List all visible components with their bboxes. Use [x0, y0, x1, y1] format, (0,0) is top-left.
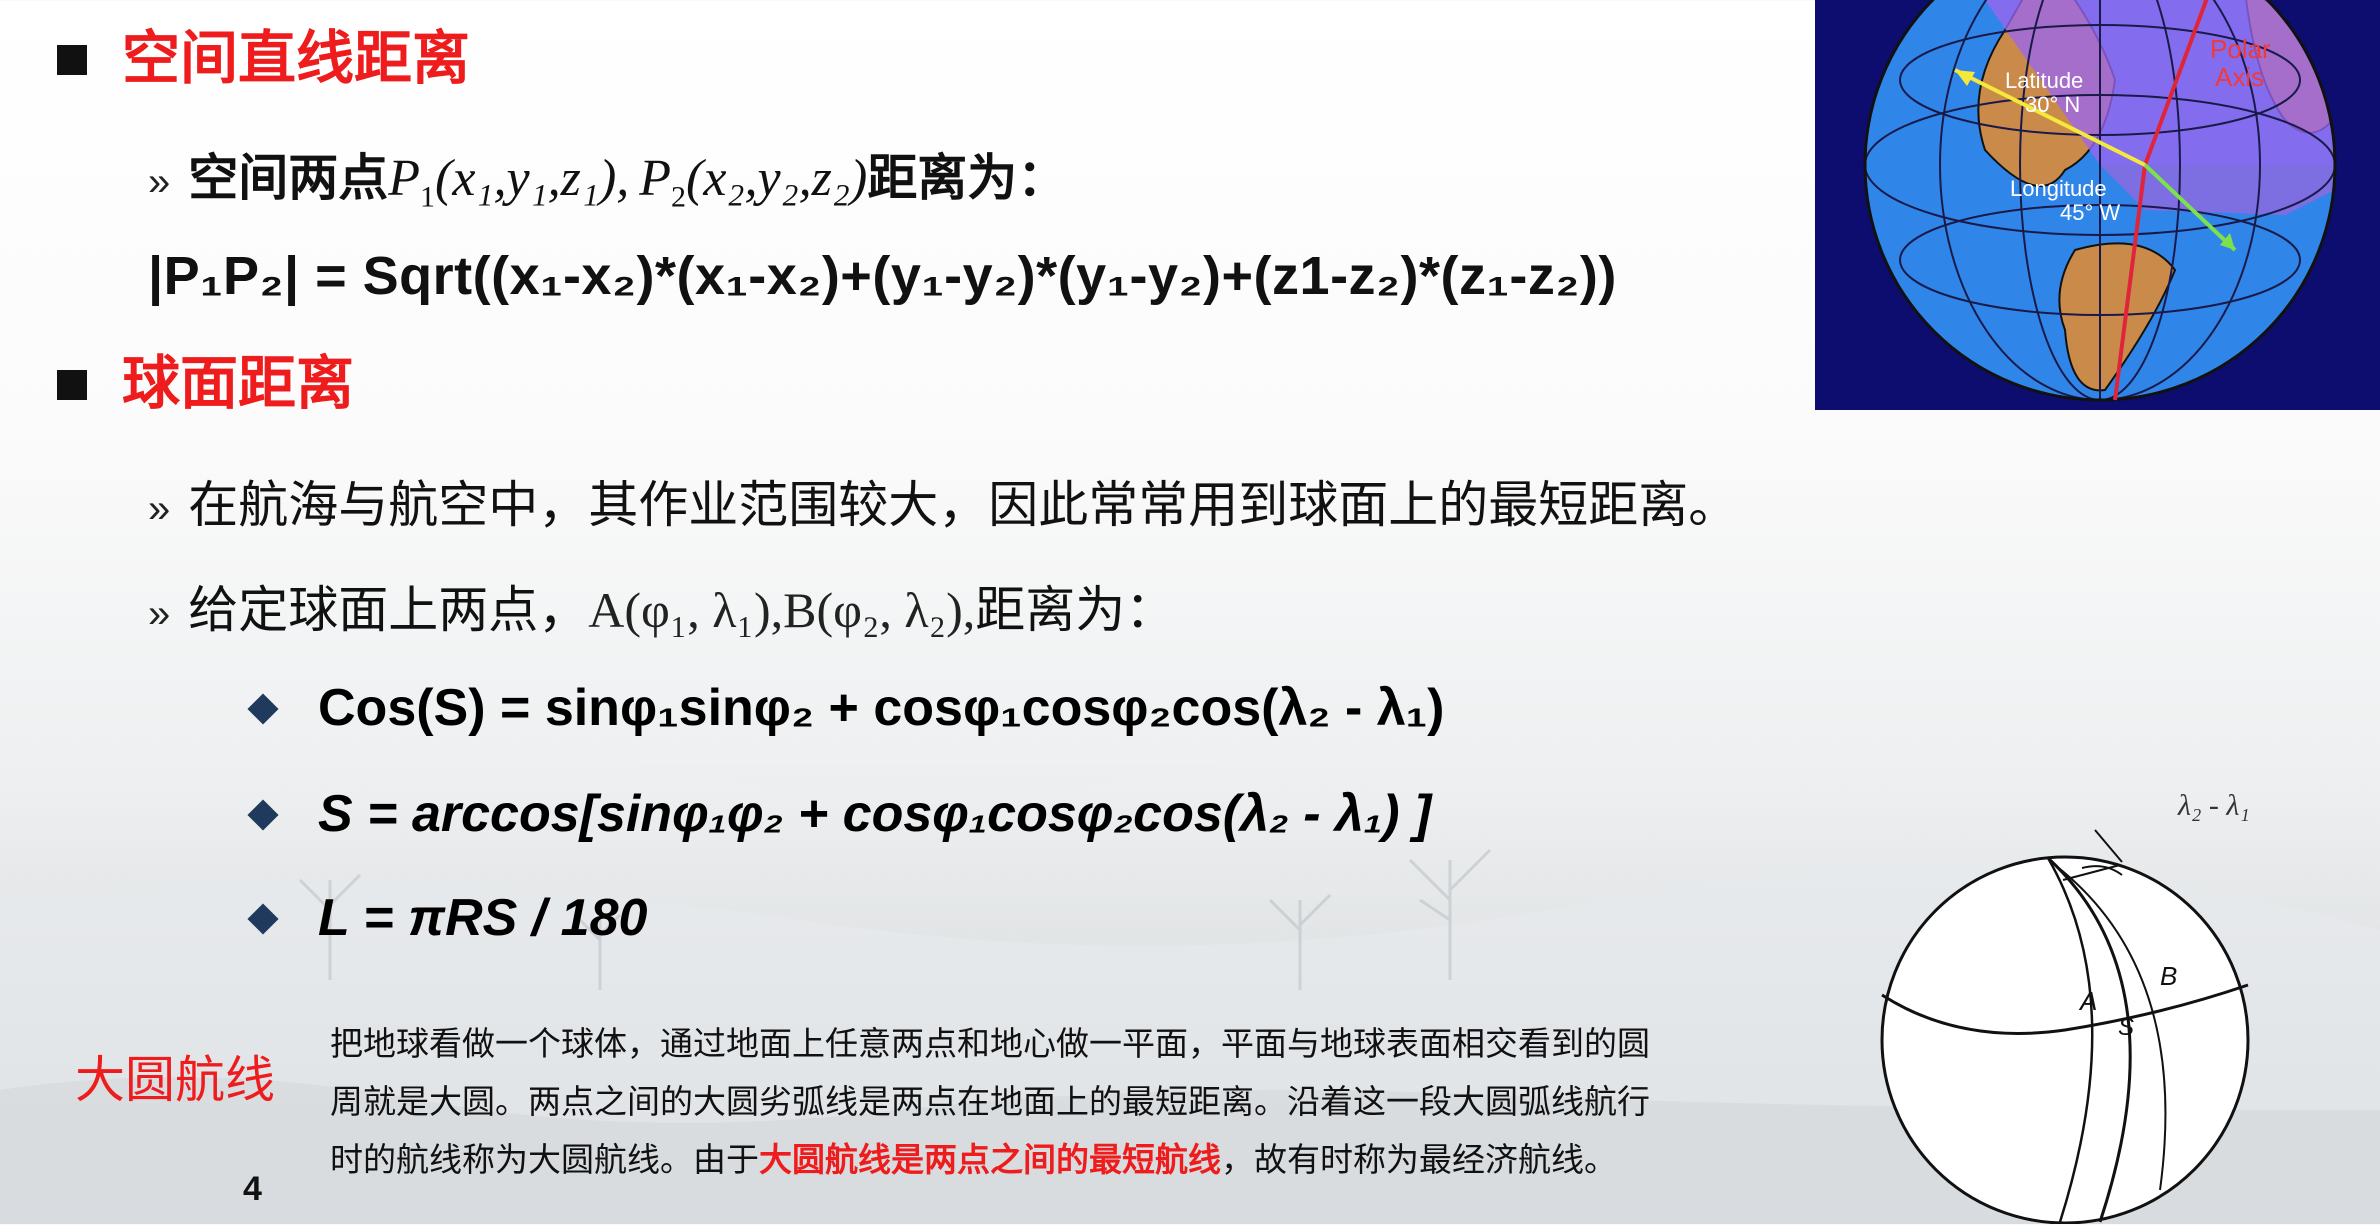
formula-bullet: [247, 903, 279, 935]
polar-label-1: Polar: [2210, 34, 2271, 64]
section-title-line-distance: 空间直线距离: [122, 26, 471, 91]
subpoint-navigation-text: 在航海与航空中，其作业范围较大，因此常常用到球面上的最短距离。: [188, 477, 1739, 533]
longitude-label-1: Longitude: [2010, 176, 2107, 201]
point-p2: P2(x₂,y₂,z₂): [639, 150, 868, 214]
subpoint-prefix: 空间两点: [188, 150, 389, 206]
formula-cos-s: Cos(S) = sinφ₁sinφ₂ + cosφ₁cosφ₂cos(λ₂ -…: [318, 679, 1445, 737]
given-points-math: A(φ₁, λ₁),B(φ₂, λ₂),: [588, 582, 976, 638]
angle-label: λ₂ - λ₁: [2177, 789, 2250, 822]
subpoint-navigation: » 在航海与航空中，其作业范围较大，因此常常用到球面上的最短距离。: [148, 465, 1738, 537]
sphere-figure: λ₂ - λ₁ A B S: [1860, 770, 2280, 1225]
paragraph-line-2: 周就是大圆。两点之间的大圆劣弧线是两点在地面上的最短距离。沿着这一段大圆弧线航行: [330, 1083, 1650, 1120]
point-b-label: B: [2160, 961, 2177, 991]
longitude-label-2: 45° W: [2060, 200, 2120, 225]
section-bullet: [57, 45, 87, 75]
highlight-shortest-route: 大圆航线是两点之间的最短航线: [759, 1141, 1221, 1178]
distance-formula: |P₁P₂| = Sqrt((x₁-x₂)*(x₁-x₂)+(y₁-y₂)*(y…: [148, 246, 1617, 306]
given-points-prefix: 给定球面上两点，: [188, 582, 589, 638]
great-circle-paragraph: 把地球看做一个球体，通过地面上任意两点和地心做一平面，平面与地球表面相交看到的圆…: [330, 1015, 1950, 1189]
formula-arccos: S = arccos[sinφ₁φ₂ + cosφ₁cosφ₂cos(λ₂ - …: [318, 785, 1432, 843]
arc-s-label: S: [2118, 1014, 2134, 1041]
paragraph-line-3: 时的航线称为大圆航线。由于大圆航线是两点之间的最短航线，故有时称为最经济航线。: [330, 1141, 1617, 1178]
globe-figure: Polar Axis Latitude 30° N Longitude 45° …: [1815, 0, 2380, 410]
latitude-label-2: 30° N: [2025, 92, 2080, 117]
page-number: 4: [243, 1170, 262, 1208]
subpoint-bullet: »: [148, 487, 171, 531]
formula-bullet: [247, 799, 279, 831]
paragraph-line-1: 把地球看做一个球体，通过地面上任意两点和地心做一平面，平面与地球表面相交看到的圆: [330, 1025, 1650, 1062]
point-a-label: A: [2078, 986, 2097, 1016]
polar-label-2: Axis: [2215, 62, 2264, 92]
section-title-sphere-distance: 球面距离: [122, 351, 355, 416]
sphere-outline: [1880, 855, 2250, 1225]
latitude-label-1: Latitude: [2005, 68, 2083, 93]
great-circle-label: 大圆航线: [75, 1052, 275, 1108]
given-points-suffix: 距离为：: [975, 582, 1176, 638]
subpoint-bullet: »: [148, 160, 171, 204]
subpoint-suffix: 距离为：: [867, 150, 1068, 206]
point-p1: P1(x₁,y₁,z₁),: [388, 150, 630, 214]
formula-length: L = πRS / 180: [318, 889, 648, 947]
subpoint-two-points: » 空间两点 P1(x₁,y₁,z₁), P2(x₂,y₂,z₂) 距离为：: [148, 138, 1067, 214]
section-bullet: [57, 370, 87, 400]
formula-bullet: [247, 693, 279, 725]
subpoint-given-points: » 给定球面上两点， A(φ₁, λ₁),B(φ₂, λ₂), 距离为：: [148, 570, 1175, 642]
subpoint-bullet: »: [148, 592, 171, 636]
